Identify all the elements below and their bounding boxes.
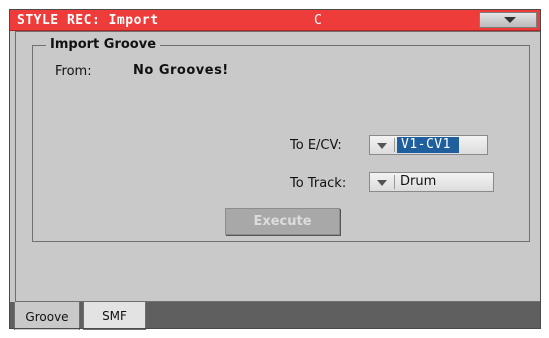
dropdown-separator	[394, 175, 395, 189]
right-margin	[541, 0, 549, 338]
from-value: No Grooves!	[133, 63, 229, 78]
top-margin	[0, 0, 549, 9]
to-track-label: To Track:	[290, 176, 347, 191]
tab-smf[interactable]: SMF	[83, 302, 146, 330]
to-ecv-label: To E/CV:	[290, 138, 342, 153]
from-label: From:	[55, 64, 92, 79]
title-bar: STYLE REC: Import C	[9, 9, 541, 31]
group-title: Import Groove	[46, 37, 161, 52]
left-margin	[0, 0, 9, 338]
dropdown-separator	[394, 138, 395, 152]
to-track-dropdown[interactable]: Drum	[369, 172, 494, 192]
page-title: STYLE REC: Import	[17, 13, 159, 28]
page-menu-button[interactable]	[479, 12, 537, 28]
bottom-margin	[0, 329, 549, 338]
to-ecv-value: V1-CV1	[397, 137, 459, 153]
dropdown-arrow-icon	[377, 143, 387, 149]
to-ecv-dropdown[interactable]: V1-CV1	[369, 135, 488, 155]
menu-arrow-icon	[504, 17, 516, 23]
tab-groove[interactable]: Groove	[14, 302, 80, 330]
execute-button[interactable]: Execute	[225, 208, 340, 235]
to-track-value: Drum	[400, 174, 437, 189]
dropdown-arrow-icon	[377, 180, 387, 186]
key-indicator: C	[314, 13, 322, 28]
